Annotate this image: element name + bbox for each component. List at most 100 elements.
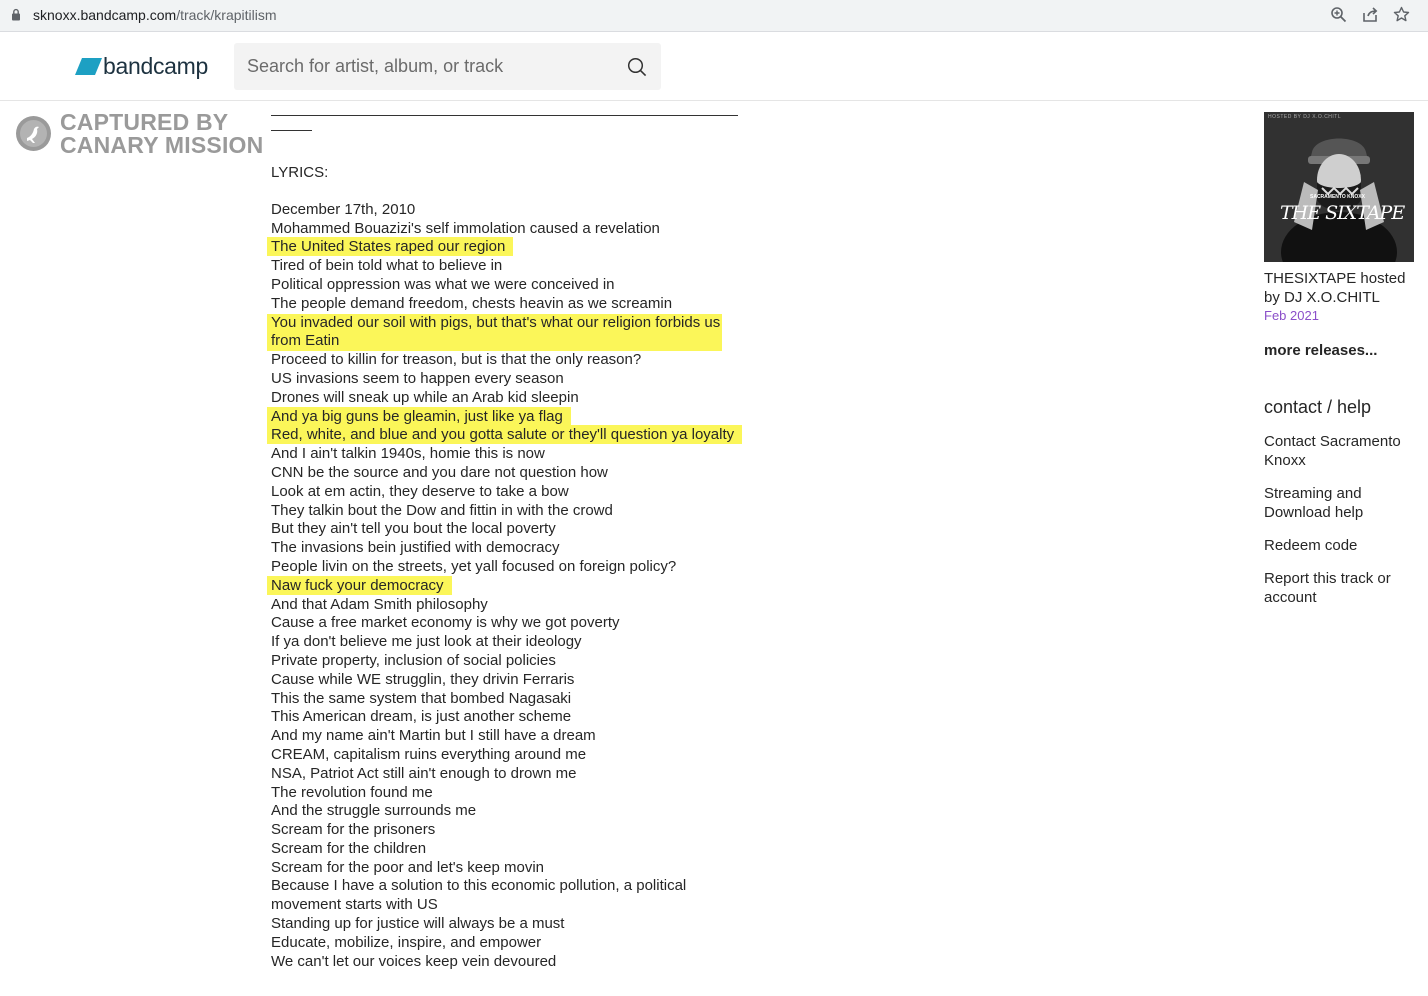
lyric-text: Cause while WE strugglin, they drivin Fe… xyxy=(271,670,575,688)
bandcamp-logo-icon xyxy=(75,57,102,75)
url-host: sknoxx.bandcamp.com xyxy=(33,7,177,23)
lyric-text: Standing up for justice will always be a… xyxy=(271,915,565,933)
lyric-line: Proceed to killin for treason, but is th… xyxy=(271,351,751,370)
canary-bird-icon xyxy=(16,116,51,151)
lyrics-label: LYRICS: xyxy=(271,164,329,181)
lyric-line-highlighted: And ya big guns be gleamin, just like ya… xyxy=(267,406,751,427)
lyric-line: CNN be the source and you dare not quest… xyxy=(271,464,751,483)
lyric-text: Mohammed Bouazizi's self immolation caus… xyxy=(271,219,660,237)
bookmark-star-icon[interactable] xyxy=(1393,6,1410,23)
cover-tag-text: HOSTED BY DJ X.O.CHITL xyxy=(1268,114,1342,120)
lyric-line: The invasions bein justified with democr… xyxy=(271,539,751,558)
lyric-text: Naw fuck your democracy xyxy=(267,575,452,595)
lyric-line: But they ain't tell you bout the local p… xyxy=(271,520,751,539)
bandcamp-logo[interactable]: bandcamp xyxy=(75,53,208,79)
lyric-line: Standing up for justice will always be a… xyxy=(271,915,751,934)
redeem-code-link[interactable]: Redeem code xyxy=(1264,536,1424,555)
contact-help-heading: contact / help xyxy=(1264,397,1372,417)
lyric-text: And the struggle surrounds me xyxy=(271,802,477,820)
lyric-text: Cause a free market economy is why we go… xyxy=(271,614,620,632)
lyric-line: This American dream, is just another sch… xyxy=(271,708,751,727)
lyric-line: Look at em actin, they deserve to take a… xyxy=(271,483,751,502)
share-icon[interactable] xyxy=(1361,6,1379,23)
lyric-line: And my name ain't Martin but I still hav… xyxy=(271,727,751,746)
logo-text: bandcamp xyxy=(103,53,209,79)
lyric-text: And ya big guns be gleamin, just like ya… xyxy=(267,406,571,426)
lyric-line: People livin on the streets, yet yall fo… xyxy=(271,558,751,577)
report-track-link[interactable]: Report this track or account xyxy=(1264,569,1424,607)
more-releases-link[interactable]: more releases... xyxy=(1264,342,1424,359)
lyric-line-highlighted: Red, white, and blue and you gotta salut… xyxy=(267,425,751,445)
lock-icon xyxy=(11,8,21,26)
lyric-text: Look at em actin, they deserve to take a… xyxy=(271,482,569,500)
lyric-line: If ya don't believe me just look at thei… xyxy=(271,633,751,652)
lyric-text: But they ain't tell you bout the local p… xyxy=(271,520,556,538)
lyric-line: Cause while WE strugglin, they drivin Fe… xyxy=(271,671,751,690)
search-box xyxy=(234,43,661,90)
lyric-text: NSA, Patriot Act still ain't enough to d… xyxy=(271,764,577,782)
lyric-text: And that Adam Smith philosophy xyxy=(271,595,488,613)
lyric-line: Drones will sneak up while an Arab kid s… xyxy=(271,389,751,408)
lyric-line: Political oppression was what we were co… xyxy=(271,276,751,295)
browser-address-bar: sknoxx.bandcamp.com/track/krapitilism xyxy=(0,0,1428,32)
sidebar: HOSTED BY DJ X.O.CHITL SACRAMENTO KNOXX … xyxy=(1264,112,1424,607)
lyric-text: Private property, inclusion of social po… xyxy=(271,651,556,669)
lyric-line: US invasions seem to happen every season xyxy=(271,370,751,389)
lyric-text: And my name ain't Martin but I still hav… xyxy=(271,727,596,745)
lyric-text: CREAM, capitalism ruins everything aroun… xyxy=(271,745,587,763)
lyric-line-highlighted: You invaded our soil with pigs, but that… xyxy=(267,313,722,352)
lyric-text: The people demand freedom, chests heavin… xyxy=(271,294,673,312)
lyric-text: The invasions bein justified with democr… xyxy=(271,539,560,557)
lyric-text: They talkin bout the Dow and fittin in w… xyxy=(271,501,613,519)
track-lyrics-section: LYRICS: December 17th, 2010 Mohammed Boua… xyxy=(267,103,751,972)
url-path: /track/krapitilism xyxy=(176,7,277,23)
lyric-line: NSA, Patriot Act still ain't enough to d… xyxy=(271,765,751,784)
lyric-text: Drones will sneak up while an Arab kid s… xyxy=(271,388,579,406)
lyric-line: And I ain't talkin 1940s, homie this is … xyxy=(271,445,751,464)
watermark-line2: CANARY MISSION xyxy=(60,132,264,158)
lyric-line: The people demand freedom, chests heavin… xyxy=(271,295,751,314)
lyric-line: Private property, inclusion of social po… xyxy=(271,652,751,671)
release-date: Feb 2021 xyxy=(1264,308,1319,323)
cover-small-text: SACRAMENTO KNOXX xyxy=(1310,194,1365,200)
lyric-text: Red, white, and blue and you gotta salut… xyxy=(267,425,743,445)
release-cover-art[interactable]: HOSTED BY DJ X.O.CHITL SACRAMENTO KNOXX … xyxy=(1264,112,1414,262)
lyric-text: People livin on the streets, yet yall fo… xyxy=(271,557,677,575)
cover-art-image xyxy=(1264,112,1414,262)
lyric-line: We can't let our voices keep vein devour… xyxy=(271,953,751,972)
lyric-text: This the same system that bombed Nagasak… xyxy=(271,689,572,707)
search-input[interactable] xyxy=(234,43,617,90)
lyric-line: Scream for the children xyxy=(271,840,751,859)
lyric-text: Scream for the prisoners xyxy=(271,821,436,839)
streaming-download-help-link[interactable]: Streaming and Download help xyxy=(1264,484,1424,522)
site-header: bandcamp xyxy=(0,32,1428,101)
watermark-line1: CAPTURED BY xyxy=(60,109,229,135)
lyric-text: If ya don't believe me just look at thei… xyxy=(271,633,582,651)
lyric-line: Educate, mobilize, inspire, and empower xyxy=(271,934,751,953)
lyric-line: Cause a free market economy is why we go… xyxy=(271,614,751,633)
lyric-text: Scream for the poor and let's keep movin xyxy=(271,858,545,876)
lyric-text: Tired of bein told what to believe in xyxy=(271,257,503,275)
lyric-text: We can't let our voices keep vein devour… xyxy=(271,952,557,970)
canary-mission-watermark: CAPTURED BY CANARY MISSION xyxy=(15,111,263,157)
lyric-line: And the struggle surrounds me xyxy=(271,802,751,821)
lyric-text: December 17th, 2010 xyxy=(271,200,416,218)
lyric-text: Political oppression was what we were co… xyxy=(271,275,615,293)
search-icon[interactable] xyxy=(627,57,647,82)
lyric-line-highlighted: The United States raped our region xyxy=(267,237,751,257)
lyric-line: December 17th, 2010 xyxy=(271,201,751,220)
lyric-text: And I ain't talkin 1940s, homie this is … xyxy=(271,445,545,463)
separator-rule xyxy=(271,103,751,131)
lyric-line: This the same system that bombed Nagasak… xyxy=(271,690,751,709)
lyric-line: Because I have a solution to this econom… xyxy=(271,877,701,915)
lyric-text: Because I have a solution to this econom… xyxy=(271,877,687,914)
zoom-icon[interactable] xyxy=(1330,6,1347,23)
lyric-text: You invaded our soil with pigs, but that… xyxy=(271,313,721,350)
lyric-text: Proceed to killin for treason, but is th… xyxy=(271,351,642,369)
lyric-text: Scream for the children xyxy=(271,839,427,857)
contact-artist-link[interactable]: Contact Sacramento Knoxx xyxy=(1264,432,1424,470)
lyrics-body: December 17th, 2010 Mohammed Bouazizi's s… xyxy=(267,201,751,972)
url-field[interactable]: sknoxx.bandcamp.com/track/krapitilism xyxy=(33,7,277,23)
lyric-text: Educate, mobilize, inspire, and empower xyxy=(271,933,542,951)
release-title-link[interactable]: THESIXTAPE hosted by DJ X.O.CHITL xyxy=(1264,269,1424,307)
